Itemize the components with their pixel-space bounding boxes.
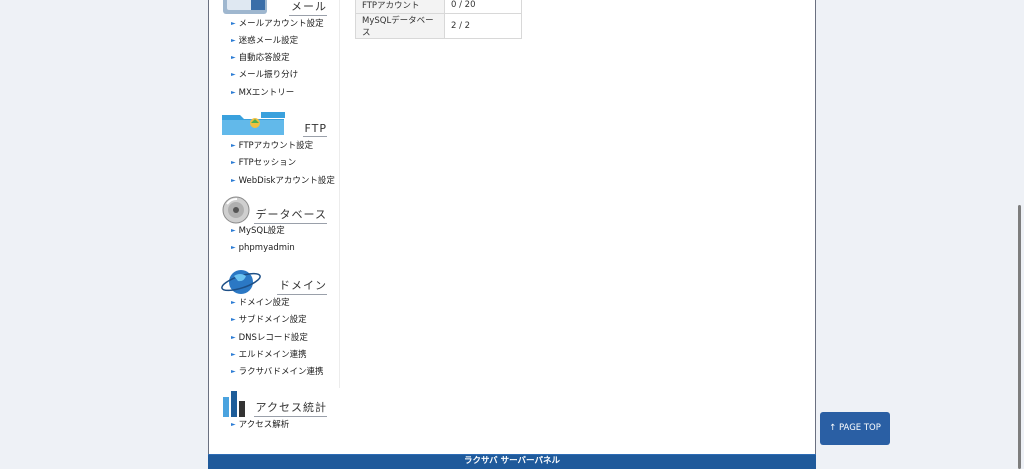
bullet-icon: ► — [231, 351, 236, 358]
main-panel: メール ► メールアカウント設定 ► 迷惑メール設定 ► 自動応答設定 ► メール振り分… — [208, 0, 816, 469]
sidebar-item-ftp-account[interactable]: ► FTPアカウント設定 — [231, 139, 313, 153]
scrollbar[interactable] — [1016, 205, 1024, 469]
table-row: FTPアカウント 0 / 20 — [355, 0, 522, 14]
table-cell-value: 2 / 2 — [444, 13, 522, 39]
bullet-icon: ► — [231, 299, 236, 306]
footer-bar: ラクサバ サーバーパネル — [208, 454, 816, 469]
bullet-icon: ► — [231, 71, 236, 78]
table-cell-value: 0 / 20 — [444, 0, 522, 14]
section-title-stats: アクセス統計 — [253, 399, 327, 417]
bar-chart-icon — [223, 391, 245, 417]
section-title-mail: メール — [289, 0, 327, 16]
section-title-database: データベース — [253, 206, 327, 224]
mail-icon — [223, 0, 267, 14]
bullet-icon: ► — [231, 368, 236, 375]
disc-icon — [222, 196, 250, 224]
sidebar-item-ftp-session[interactable]: ► FTPセッション — [231, 156, 296, 170]
section-header-ftp: FTP — [221, 109, 331, 139]
sidebar-item-subdomain-settings[interactable]: ► サブドメイン設定 — [231, 313, 307, 327]
sidebar-item-mx-entry[interactable]: ► MXエントリー — [231, 86, 294, 100]
sidebar-item-domain-settings[interactable]: ► ドメイン設定 — [231, 296, 290, 310]
sidebar-item-mail-filter[interactable]: ► メール振り分け — [231, 68, 298, 82]
table-row: MySQLデータベース 2 / 2 — [355, 13, 522, 39]
globe-icon — [221, 270, 261, 294]
sidebar-menu: メール ► メールアカウント設定 ► 迷惑メール設定 ► 自動応答設定 ► メール振り分… — [209, 0, 340, 388]
scrollbar-thumb[interactable] — [1018, 205, 1021, 469]
sidebar-item-mysql-settings[interactable]: ► MySQL設定 — [231, 224, 285, 238]
usage-table: FTPアカウント 0 / 20 MySQLデータベース 2 / 2 — [355, 0, 522, 39]
bullet-icon: ► — [231, 159, 236, 166]
section-title-domain: ドメイン — [277, 277, 327, 295]
bullet-icon: ► — [231, 142, 236, 149]
bullet-icon: ► — [231, 89, 236, 96]
sidebar-item-phpmyadmin[interactable]: ► phpmyadmin — [231, 241, 295, 255]
sidebar-item-eldomain-link[interactable]: ► エルドメイン連携 — [231, 348, 307, 362]
sidebar-item-spam-settings[interactable]: ► 迷惑メール設定 — [231, 34, 298, 48]
section-header-domain: ドメイン — [221, 267, 331, 297]
sidebar-item-rakusaba-domain-link[interactable]: ► ラクサバドメイン連携 — [231, 365, 324, 379]
section-title-ftp: FTP — [302, 122, 327, 137]
section-header-stats: アクセス統計 — [221, 389, 331, 419]
table-cell-label: FTPアカウント — [355, 0, 445, 14]
sidebar-item-dns-records[interactable]: ► DNSレコード設定 — [231, 331, 308, 345]
sidebar-item-webdisk-account[interactable]: ► WebDiskアカウント設定 — [231, 174, 335, 188]
bullet-icon: ► — [231, 227, 236, 234]
table-cell-label: MySQLデータベース — [355, 13, 445, 39]
bullet-icon: ► — [231, 37, 236, 44]
sidebar-item-auto-reply[interactable]: ► 自動応答設定 — [231, 51, 290, 65]
sidebar-item-mail-account[interactable]: ► メールアカウント設定 — [231, 17, 324, 31]
sidebar-item-access-analysis[interactable]: ► アクセス解析 — [231, 418, 289, 432]
page-top-button[interactable]: ↑ PAGE TOP — [820, 412, 890, 445]
section-header-mail: メール — [221, 0, 331, 18]
folder-icon — [222, 112, 285, 135]
section-header-database: データベース — [221, 196, 331, 226]
bullet-icon: ► — [231, 244, 236, 251]
bullet-icon: ► — [231, 334, 236, 341]
bullet-icon: ► — [231, 177, 236, 184]
bullet-icon: ► — [231, 54, 236, 61]
bullet-icon: ► — [231, 421, 236, 428]
bullet-icon: ► — [231, 20, 236, 27]
bullet-icon: ► — [231, 316, 236, 323]
